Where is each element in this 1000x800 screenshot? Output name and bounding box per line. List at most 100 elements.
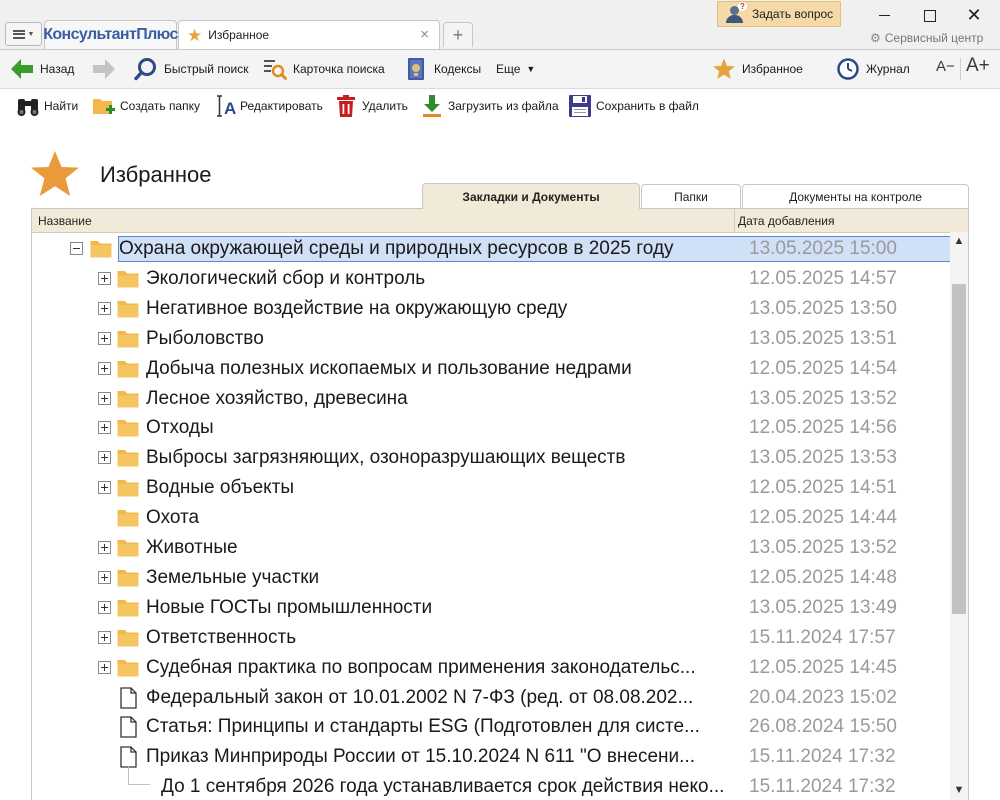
column-separator[interactable] xyxy=(734,209,735,233)
favorites-tab[interactable]: ★ Избранное × xyxy=(178,20,440,49)
edit-button[interactable]: A Редактировать xyxy=(212,94,323,118)
folder-row[interactable]: Водные объекты 12.05.2025 14:51 xyxy=(32,473,952,503)
search-card-button[interactable]: Карточка поиска xyxy=(263,57,385,81)
folder-icon xyxy=(90,239,112,258)
folder-row[interactable]: Ответственность 15.11.2024 17:57 xyxy=(32,623,952,653)
folder-row[interactable]: Судебная практика по вопросам применения… xyxy=(32,653,952,683)
column-header-date[interactable]: Дата добавления xyxy=(738,214,834,228)
new-tab-button[interactable]: + xyxy=(443,22,473,47)
journal-button[interactable]: Журнал xyxy=(836,57,910,81)
expand-icon[interactable] xyxy=(98,391,111,405)
star-icon xyxy=(712,57,736,81)
quick-search-label: Быстрый поиск xyxy=(164,62,249,76)
collapse-icon[interactable] xyxy=(70,242,83,255)
expand-icon[interactable] xyxy=(98,660,111,674)
scrollbar-thumb[interactable] xyxy=(952,284,966,614)
folder-row[interactable]: Новые ГОСТы промышленности 13.05.2025 13:… xyxy=(32,593,952,623)
grid-scrollbar[interactable]: ▲ ▼ xyxy=(950,232,968,800)
folder-row[interactable]: Добыча полезных ископаемых и пользование… xyxy=(32,354,952,384)
expand-icon[interactable] xyxy=(98,600,111,614)
create-folder-button[interactable]: Создать папку xyxy=(92,94,200,118)
load-from-file-button[interactable]: Загрузить из файла xyxy=(420,94,559,118)
document-icon xyxy=(119,746,141,768)
service-center-link[interactable]: ⚙ Сервисный центр xyxy=(870,31,983,45)
delete-button[interactable]: Удалить xyxy=(334,94,408,118)
font-decrease-button[interactable]: A− xyxy=(936,58,955,75)
save-to-file-button[interactable]: Сохранить в файл xyxy=(568,94,699,118)
expand-icon[interactable] xyxy=(98,451,111,465)
folder-icon xyxy=(117,628,139,647)
folder-icon xyxy=(117,568,139,587)
scroll-up-arrow-icon[interactable]: ▲ xyxy=(950,232,968,250)
row-date: 15.11.2024 17:32 xyxy=(749,776,896,798)
maximize-button[interactable] xyxy=(918,6,942,26)
row-title: Водные объекты xyxy=(146,477,295,499)
codes-button[interactable]: Кодексы xyxy=(404,57,481,81)
expand-icon[interactable] xyxy=(98,301,111,315)
binoculars-icon xyxy=(16,94,40,118)
ask-question-button[interactable]: ? Задать вопрос xyxy=(717,1,841,27)
expand-icon[interactable] xyxy=(98,481,111,495)
forward-button[interactable] xyxy=(92,57,116,81)
main-menu-button[interactable]: ▼ xyxy=(5,22,42,46)
journal-label: Журнал xyxy=(866,62,910,76)
brand-tab[interactable]: КонсультантПлюс xyxy=(43,20,178,49)
folder-row[interactable]: Экологический сбор и контроль 12.05.2025 … xyxy=(32,264,952,294)
row-date: 13.05.2025 13:52 xyxy=(749,387,897,409)
document-row[interactable]: Приказ Минприроды России от 15.10.2024 N… xyxy=(32,742,952,772)
row-title: Приказ Минприроды России от 15.10.2024 N… xyxy=(146,746,695,768)
folder-row[interactable]: Охрана окружающей среды и природных ресу… xyxy=(32,234,952,264)
expand-icon[interactable] xyxy=(98,630,111,644)
folder-row[interactable]: Выбросы загрязняющих, озоноразрушающих в… xyxy=(32,443,952,473)
expand-icon[interactable] xyxy=(98,331,111,345)
column-header-name[interactable]: Название xyxy=(38,214,92,228)
arrow-right-icon xyxy=(92,57,116,81)
search-card-icon xyxy=(263,57,287,81)
row-date: 13.05.2025 13:50 xyxy=(749,297,897,319)
folder-icon xyxy=(117,329,139,348)
minimize-button[interactable] xyxy=(872,6,896,26)
folder-row[interactable]: Животные 13.05.2025 13:52 xyxy=(32,533,952,563)
quick-search-button[interactable]: Быстрый поиск xyxy=(134,57,248,81)
expand-icon[interactable] xyxy=(98,541,111,554)
expand-icon[interactable] xyxy=(98,271,111,285)
folder-row[interactable]: Негативное воздействие на окружающую сре… xyxy=(32,294,952,324)
close-tab-icon[interactable]: × xyxy=(420,26,429,43)
row-date: 12.05.2025 14:51 xyxy=(749,477,897,499)
tab-documents-on-control[interactable]: Документы на контроле xyxy=(742,184,969,208)
folder-row[interactable]: Лесное хозяйство, древесина 13.05.2025 13… xyxy=(32,384,952,414)
service-center-icon: ⚙ xyxy=(870,31,881,45)
find-label: Найти xyxy=(44,99,79,113)
expand-icon[interactable] xyxy=(98,421,111,435)
folder-row[interactable]: Рыболовство 13.05.2025 13:51 xyxy=(32,324,952,354)
consultant-icon: ? xyxy=(724,2,747,24)
tab-folders[interactable]: Папки xyxy=(641,184,741,208)
tree-connector xyxy=(128,784,150,786)
download-icon xyxy=(420,94,444,118)
arrow-left-icon xyxy=(10,57,34,81)
folder-row[interactable]: Охота 12.05.2025 14:44 xyxy=(32,503,952,533)
folder-icon xyxy=(117,448,139,467)
expand-icon[interactable] xyxy=(98,570,111,584)
tab-bookmarks-documents[interactable]: Закладки и Документы xyxy=(422,183,640,209)
back-button[interactable]: Назад xyxy=(10,57,74,81)
favorites-button[interactable]: Избранное xyxy=(712,57,803,81)
floppy-icon xyxy=(568,94,592,118)
folder-row[interactable]: Земельные участки 12.05.2025 14:48 xyxy=(32,563,952,593)
scroll-down-arrow-icon[interactable]: ▼ xyxy=(950,781,968,799)
bookmark-row[interactable]: До 1 сентября 2026 года устанавливается … xyxy=(32,766,952,800)
document-row[interactable]: Статья: Принципы и стандарты ESG (Подгот… xyxy=(32,712,952,742)
more-dropdown[interactable]: Еще ▼ xyxy=(496,57,535,81)
row-date: 12.05.2025 14:48 xyxy=(749,566,897,588)
document-row[interactable]: Федеральный закон от 10.01.2002 N 7-ФЗ (… xyxy=(32,683,952,713)
find-button[interactable]: Найти xyxy=(16,94,78,118)
document-icon xyxy=(119,716,141,739)
folder-row[interactable]: Отходы 12.05.2025 14:56 xyxy=(32,413,952,443)
magnifier-icon xyxy=(134,57,158,81)
font-increase-button[interactable]: A+ xyxy=(966,55,990,77)
expand-icon[interactable] xyxy=(98,361,111,375)
folder-icon xyxy=(117,658,139,677)
close-window-button[interactable]: ✕ xyxy=(962,4,986,26)
star-icon: ★ xyxy=(187,25,203,45)
row-date: 15.11.2024 17:32 xyxy=(749,746,896,768)
